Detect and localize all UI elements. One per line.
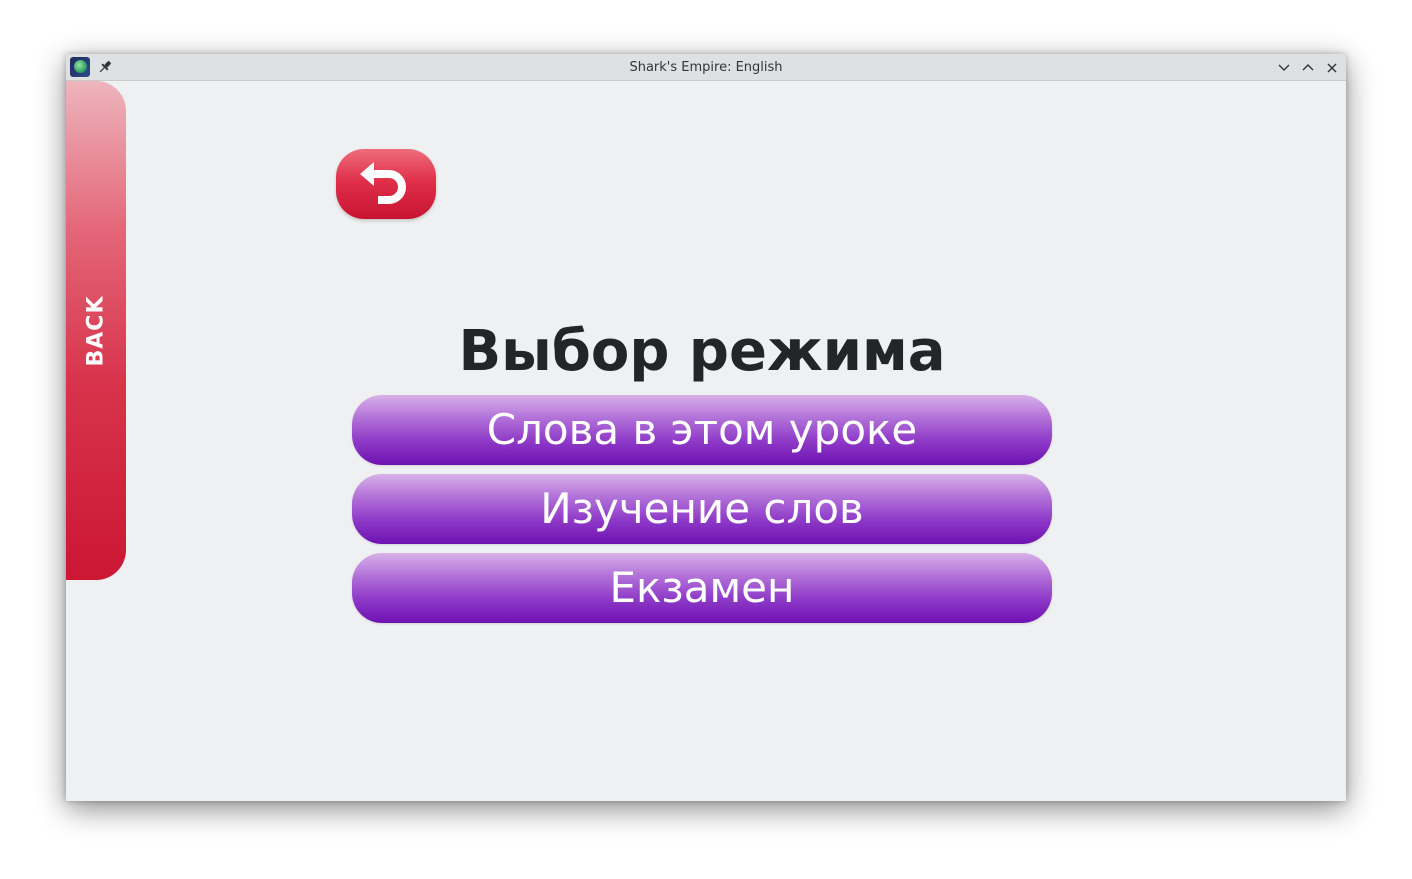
main-content: BACK Выбор режима Слова в этом уроке Изу… xyxy=(66,81,1346,801)
sidebar-back-label: BACK xyxy=(83,295,109,367)
window-title: Shark's Empire: English xyxy=(629,60,783,75)
title-bar: Shark's Empire: English xyxy=(66,54,1346,81)
chevron-down-icon[interactable] xyxy=(1275,59,1293,77)
exam-button[interactable]: Екзамен xyxy=(352,553,1052,623)
words-in-lesson-button[interactable]: Слова в этом уроке xyxy=(352,395,1052,465)
close-icon[interactable] xyxy=(1323,59,1341,77)
chevron-up-icon[interactable] xyxy=(1299,59,1317,77)
undo-arrow-icon xyxy=(360,162,406,204)
sidebar-back-button[interactable]: BACK xyxy=(66,81,126,580)
app-window: Shark's Empire: English BACK Выбор режим… xyxy=(66,54,1346,801)
undo-button[interactable] xyxy=(336,149,436,219)
study-words-button[interactable]: Изучение слов xyxy=(352,474,1052,544)
page-title: Выбор режима xyxy=(458,319,946,384)
